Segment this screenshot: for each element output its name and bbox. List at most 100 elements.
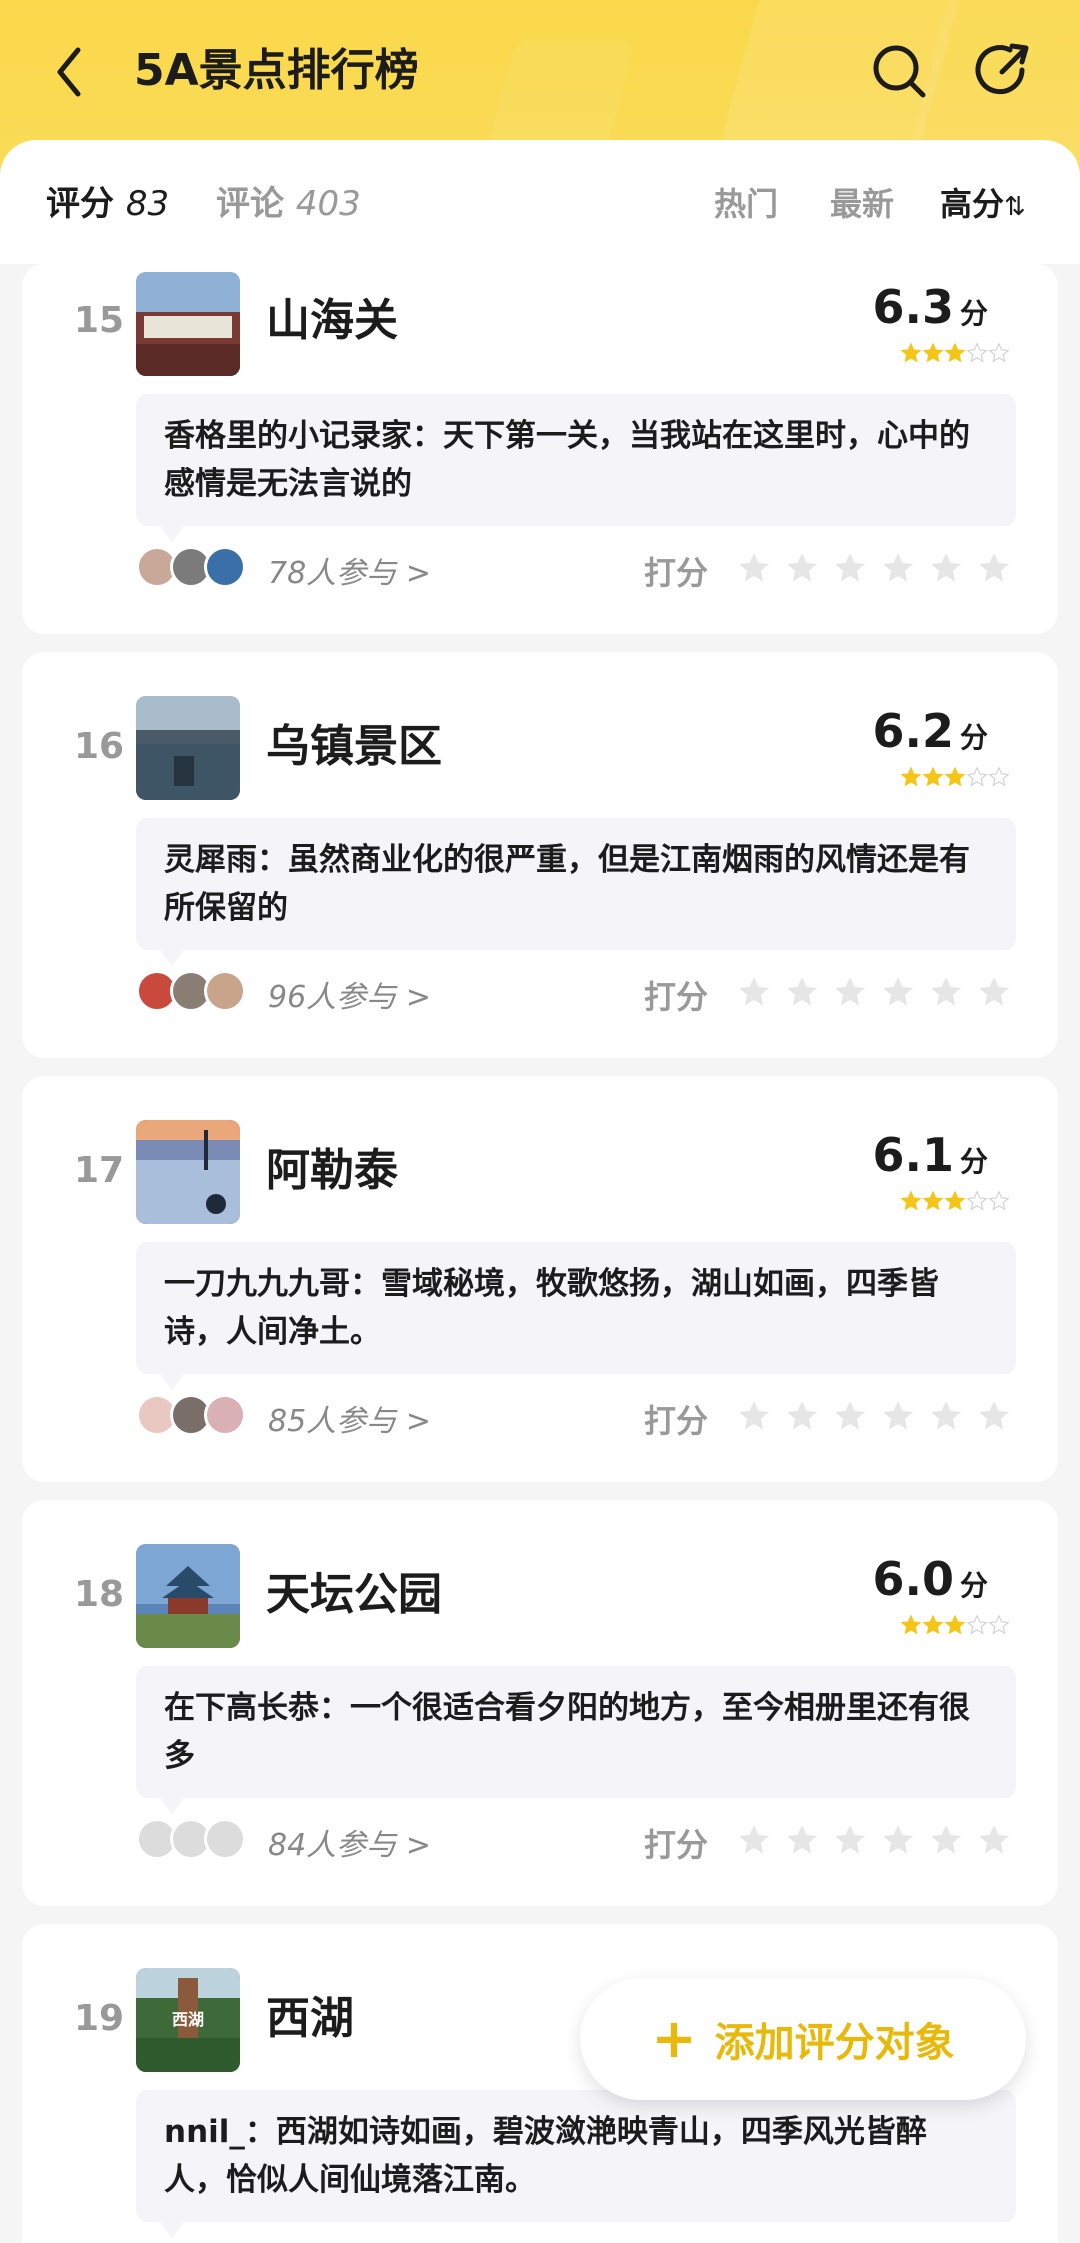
- thumbnail-image: [136, 696, 240, 800]
- star-icon[interactable]: [976, 974, 1012, 1010]
- score: 6.0 分: [872, 1552, 988, 1606]
- tab-comment[interactable]: 评论 403: [216, 180, 361, 228]
- sort-arrow-icon: ⇅: [1004, 192, 1026, 222]
- star-filled-icon: [944, 342, 966, 363]
- star-icon[interactable]: [928, 1398, 964, 1434]
- star-filled-icon: [922, 1614, 944, 1635]
- star-filled-icon: [900, 766, 922, 787]
- rate-stars[interactable]: [736, 550, 1012, 586]
- chevron-left-icon[interactable]: [48, 40, 92, 104]
- star-filled-icon: [944, 1190, 966, 1211]
- star-icon[interactable]: [832, 550, 868, 586]
- rank-number: 19: [74, 1998, 125, 2039]
- rank-number: 15: [74, 300, 125, 341]
- star-icon[interactable]: [784, 974, 820, 1010]
- score: 6.3 分: [872, 280, 988, 334]
- participant-avatars: [136, 546, 246, 588]
- rank-number: 17: [74, 1150, 125, 1191]
- top-comment[interactable]: nnil_：西湖如诗如画，碧波潋滟映青山，四季风光皆醉人，恰似人间仙境落江南。: [136, 2090, 1016, 2238]
- star-icon[interactable]: [880, 1822, 916, 1858]
- top-comment[interactable]: 在下高长恭：一个很适合看夕阳的地方，至今相册里还有很多: [136, 1666, 1016, 1814]
- star-icon[interactable]: [784, 550, 820, 586]
- rank-number: 16: [74, 726, 125, 767]
- score-unit: 分: [959, 721, 988, 754]
- participants-link[interactable]: 78人参与 >: [268, 548, 431, 592]
- avatar: [204, 970, 246, 1012]
- mini-stars: [900, 1190, 1010, 1212]
- score-value: 6.1: [872, 1128, 954, 1182]
- ranking-card[interactable]: 15 山海关 6.3 分 香格里的小记录家：天下第一关，当我站在这里时，心中的感情…: [22, 264, 1058, 634]
- star-filled-icon: [922, 342, 944, 363]
- avatar: [204, 1818, 246, 1860]
- sort-hot[interactable]: 热门: [714, 180, 778, 228]
- rate-stars[interactable]: [736, 974, 1012, 1010]
- item-name: 乌镇景区: [266, 721, 442, 772]
- filter-bar: 评分 83 评论 403 热门 最新 高分⇅: [0, 140, 1080, 264]
- rate-stars[interactable]: [736, 1822, 1012, 1858]
- item-name: 阿勒泰: [266, 1145, 398, 1196]
- star-icon[interactable]: [976, 1398, 1012, 1434]
- star-empty-icon: [988, 1190, 1010, 1211]
- add-rating-object-button[interactable]: + 添加评分对象: [580, 1978, 1026, 2100]
- thumbnail-image: 西湖: [136, 1968, 240, 2072]
- item-name: 山海关: [266, 295, 398, 346]
- star-empty-icon: [966, 1614, 988, 1635]
- star-icon[interactable]: [928, 1822, 964, 1858]
- mini-stars: [900, 342, 1010, 364]
- star-icon[interactable]: [832, 1398, 868, 1434]
- star-icon[interactable]: [928, 974, 964, 1010]
- participants-link[interactable]: 84人参与 >: [268, 1820, 431, 1864]
- score: 6.2 分: [872, 704, 988, 758]
- star-filled-icon: [944, 766, 966, 787]
- tab-comment-count: 403: [295, 184, 361, 224]
- thumbnail-image: [136, 272, 240, 376]
- participants-link[interactable]: 96人参与 >: [268, 972, 431, 1016]
- star-filled-icon: [900, 1614, 922, 1635]
- star-icon[interactable]: [832, 974, 868, 1010]
- thumbnail-image: [136, 1544, 240, 1648]
- star-icon[interactable]: [784, 1398, 820, 1434]
- score-value: 6.3: [872, 280, 954, 334]
- star-half-icon[interactable]: [736, 550, 772, 586]
- star-empty-icon: [988, 766, 1010, 787]
- top-comment[interactable]: 灵犀雨：虽然商业化的很严重，但是江南烟雨的风情还是有所保留的: [136, 818, 1016, 966]
- star-half-icon[interactable]: [736, 1822, 772, 1858]
- plus-icon: +: [651, 2007, 697, 2070]
- star-half-icon[interactable]: [736, 974, 772, 1010]
- avatar: [204, 546, 246, 588]
- star-icon[interactable]: [976, 1822, 1012, 1858]
- tab-score[interactable]: 评分 83: [46, 180, 169, 228]
- ranking-card[interactable]: 16 乌镇景区 6.2 分 灵犀雨：虽然商业化的很严重，但是江南烟雨的风情还是有所…: [22, 652, 1058, 1058]
- star-icon[interactable]: [928, 550, 964, 586]
- tab-score-label: 评分: [46, 184, 114, 224]
- sort-new[interactable]: 最新: [830, 180, 894, 228]
- star-icon[interactable]: [832, 1822, 868, 1858]
- score-unit: 分: [959, 1569, 988, 1602]
- sort-high[interactable]: 高分⇅: [940, 180, 1026, 231]
- top-comment[interactable]: 一刀九九九哥：雪域秘境，牧歌悠扬，湖山如画，四季皆诗，人间净土。: [136, 1242, 1016, 1390]
- item-name: 西湖: [266, 1993, 354, 2044]
- search-icon[interactable]: [868, 40, 930, 102]
- star-icon[interactable]: [880, 1398, 916, 1434]
- star-empty-icon: [966, 1190, 988, 1211]
- top-comment[interactable]: 香格里的小记录家：天下第一关，当我站在这里时，心中的感情是无法言说的: [136, 394, 1016, 542]
- mini-stars: [900, 766, 1010, 788]
- rate-stars[interactable]: [736, 1398, 1012, 1434]
- item-name: 天坛公园: [266, 1569, 442, 1620]
- thumb-label: 西湖: [171, 2010, 204, 2029]
- share-icon[interactable]: [972, 40, 1034, 102]
- star-icon[interactable]: [784, 1822, 820, 1858]
- star-filled-icon: [900, 1190, 922, 1211]
- score-unit: 分: [959, 1145, 988, 1178]
- ranking-card[interactable]: 18 天坛公园 6.0 分 在下高长恭：一个很适合看夕阳的地方，至今相册里还有很多…: [22, 1500, 1058, 1906]
- thumbnail-image: [136, 1120, 240, 1224]
- star-icon[interactable]: [976, 550, 1012, 586]
- star-icon[interactable]: [880, 550, 916, 586]
- star-icon[interactable]: [880, 974, 916, 1010]
- participants-link[interactable]: 85人参与 >: [268, 1396, 431, 1440]
- score-value: 6.0: [872, 1552, 954, 1606]
- score-value: 6.2: [872, 704, 954, 758]
- star-half-icon[interactable]: [736, 1398, 772, 1434]
- ranking-card[interactable]: 17 阿勒泰 6.1 分 一刀九九九哥：雪域秘境，牧歌悠扬，湖山如画，四季皆诗，人…: [22, 1076, 1058, 1482]
- participant-avatars: [136, 970, 246, 1012]
